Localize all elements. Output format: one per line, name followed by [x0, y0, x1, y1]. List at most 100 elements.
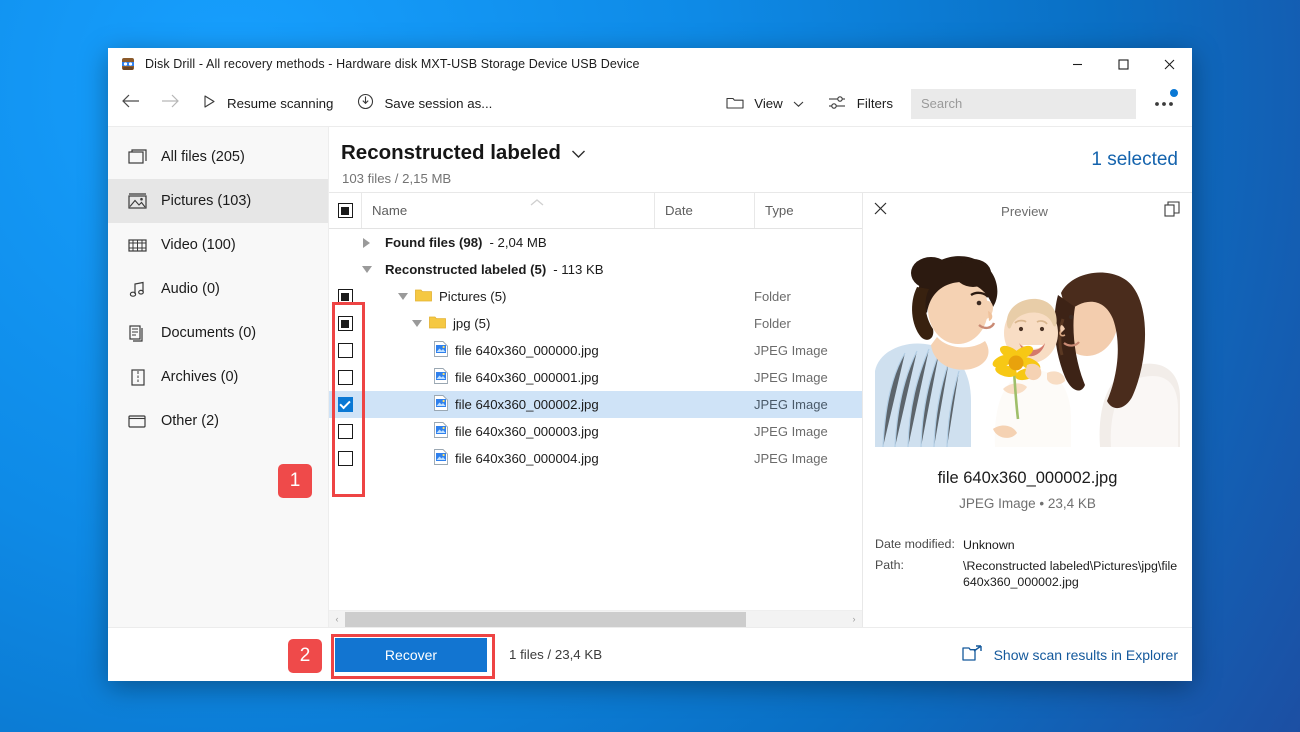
save-session-button[interactable]: Save session as... [347, 86, 502, 120]
recover-button[interactable]: Recover [335, 637, 487, 672]
sidebar-item-pictures[interactable]: Pictures (103) [108, 179, 328, 223]
row-checkbox[interactable] [337, 424, 353, 439]
row-checkbox-cell[interactable] [329, 451, 361, 466]
row-checkbox[interactable] [337, 451, 353, 466]
chevron-down-icon[interactable] [571, 141, 586, 165]
select-all-checkbox[interactable] [337, 203, 353, 218]
sidebar-item-audio[interactable]: Audio (0) [108, 267, 328, 311]
recover-button-wrap: Recover [335, 637, 487, 672]
footer-selection-summary: 1 files / 23,4 KB [509, 647, 603, 662]
row-name-label: file 640x360_000002.jpg [455, 397, 599, 412]
collapse-triangle-icon[interactable] [398, 293, 408, 300]
table-row[interactable]: file 640x360_000002.jpg JPEG Image [329, 391, 862, 418]
sidebar-label: Pictures (103) [161, 193, 252, 209]
collapse-triangle-icon[interactable] [362, 266, 372, 273]
title-bar: Disk Drill - All recovery methods - Hard… [108, 48, 1192, 80]
row-checkbox[interactable] [337, 397, 353, 412]
table-row[interactable]: file 640x360_000001.jpg JPEG Image [329, 364, 862, 391]
sidebar: All files (205) Pictures (103) Video (10… [108, 127, 329, 627]
back-button[interactable] [112, 86, 148, 120]
scrollbar-track[interactable] [345, 611, 846, 628]
row-checkbox-cell[interactable] [329, 289, 361, 304]
toolbar: Resume scanning Save session as... View [108, 80, 1192, 127]
detail-value: \Reconstructed labeled\Pictures\jpg\file… [963, 558, 1178, 590]
view-label: View [754, 96, 783, 111]
row-checkbox-cell[interactable] [329, 370, 361, 385]
jpeg-file-icon [434, 341, 448, 360]
window-controls [1054, 48, 1192, 80]
detail-value: Unknown [963, 538, 1015, 552]
resume-scanning-button[interactable]: Resume scanning [192, 86, 343, 120]
preview-close-button[interactable] [863, 202, 897, 220]
preview-image[interactable] [875, 233, 1180, 447]
row-checkbox[interactable] [337, 370, 353, 385]
table-row[interactable]: file 640x360_000004.jpg JPEG Image [329, 445, 862, 472]
column-date[interactable]: Date [654, 193, 754, 228]
sidebar-label: Archives (0) [161, 369, 239, 385]
row-checkbox-cell[interactable] [329, 343, 361, 358]
table-row[interactable]: Reconstructed labeled (5) - 113 KB [329, 256, 862, 283]
table-row[interactable]: jpg (5) Folder [329, 310, 862, 337]
row-type-cell: JPEG Image [754, 343, 828, 358]
filters-button[interactable]: Filters [818, 87, 903, 121]
view-button[interactable]: View [716, 87, 814, 121]
sidebar-item-documents[interactable]: Documents (0) [108, 311, 328, 355]
row-checkbox[interactable] [337, 343, 353, 358]
maximize-button[interactable] [1100, 48, 1146, 80]
preview-details: Date modified: Unknown Path: \Reconstruc… [875, 537, 1180, 595]
row-name-cell: file 640x360_000004.jpg [361, 449, 654, 468]
page-title[interactable]: Reconstructed labeled [341, 141, 586, 165]
window-title: Disk Drill - All recovery methods - Hard… [145, 57, 640, 71]
sidebar-item-all-files[interactable]: All files (205) [108, 135, 328, 179]
sidebar-label: All files (205) [161, 149, 245, 165]
row-checkbox-cell[interactable] [329, 316, 361, 331]
select-all-checkbox-cell[interactable] [329, 193, 361, 228]
table-row[interactable]: Pictures (5) Folder [329, 283, 862, 310]
folder-open-arrow-icon [961, 644, 982, 665]
column-type[interactable]: Type [754, 193, 862, 228]
back-arrow-icon [121, 93, 140, 114]
close-icon [874, 202, 887, 220]
collapse-triangle-icon[interactable] [412, 320, 422, 327]
row-name-label: jpg (5) [453, 316, 491, 331]
row-checkbox[interactable] [337, 289, 353, 304]
sidebar-item-other[interactable]: Other (2) [108, 399, 328, 443]
more-options-button[interactable] [1144, 87, 1184, 121]
annotation-badge-label: 1 [289, 470, 301, 491]
sidebar-item-video[interactable]: Video (100) [108, 223, 328, 267]
row-name-label: file 640x360_000000.jpg [455, 343, 599, 358]
sidebar-item-archives[interactable]: Archives (0) [108, 355, 328, 399]
column-name[interactable]: Name [361, 193, 654, 228]
table-row[interactable]: file 640x360_000000.jpg JPEG Image [329, 337, 862, 364]
sort-ascending-caret-icon [529, 194, 545, 212]
table-row[interactable]: Found files (98) - 2,04 MB [329, 229, 862, 256]
show-in-explorer-link[interactable]: Show scan results in Explorer [961, 644, 1178, 665]
chevron-down-icon [793, 96, 804, 111]
notification-dot-icon [1170, 88, 1178, 97]
footer-bar: Recover 1 files / 23,4 KB Show scan resu… [108, 627, 1192, 681]
expand-triangle-icon[interactable] [363, 237, 370, 248]
column-name-label: Name [372, 203, 408, 218]
main-panel: Reconstructed labeled 103 files / 2,15 M… [329, 127, 1192, 627]
row-checkbox-cell[interactable] [329, 397, 361, 412]
close-button[interactable] [1146, 48, 1192, 80]
horizontal-scrollbar[interactable]: ‹ › [329, 610, 862, 627]
table-row[interactable]: file 640x360_000003.jpg JPEG Image [329, 418, 862, 445]
row-type-cell: JPEG Image [754, 397, 828, 412]
folder-icon [429, 315, 446, 332]
scroll-right-arrow[interactable]: › [846, 611, 862, 628]
selected-count-badge: 1 selected [1091, 149, 1178, 170]
scroll-left-arrow[interactable]: ‹ [329, 611, 345, 628]
column-date-label: Date [665, 203, 693, 218]
annotation-badge-2: 2 [288, 639, 322, 673]
preview-popout-button[interactable] [1152, 200, 1192, 222]
row-checkbox[interactable] [337, 316, 353, 331]
minimize-button[interactable] [1054, 48, 1100, 80]
scrollbar-thumb[interactable] [345, 611, 746, 627]
forward-button[interactable] [152, 86, 188, 120]
music-note-icon [128, 280, 147, 299]
search-input[interactable] [911, 88, 1136, 119]
film-icon [128, 236, 147, 255]
row-checkbox-cell[interactable] [329, 424, 361, 439]
save-session-label: Save session as... [384, 95, 493, 111]
